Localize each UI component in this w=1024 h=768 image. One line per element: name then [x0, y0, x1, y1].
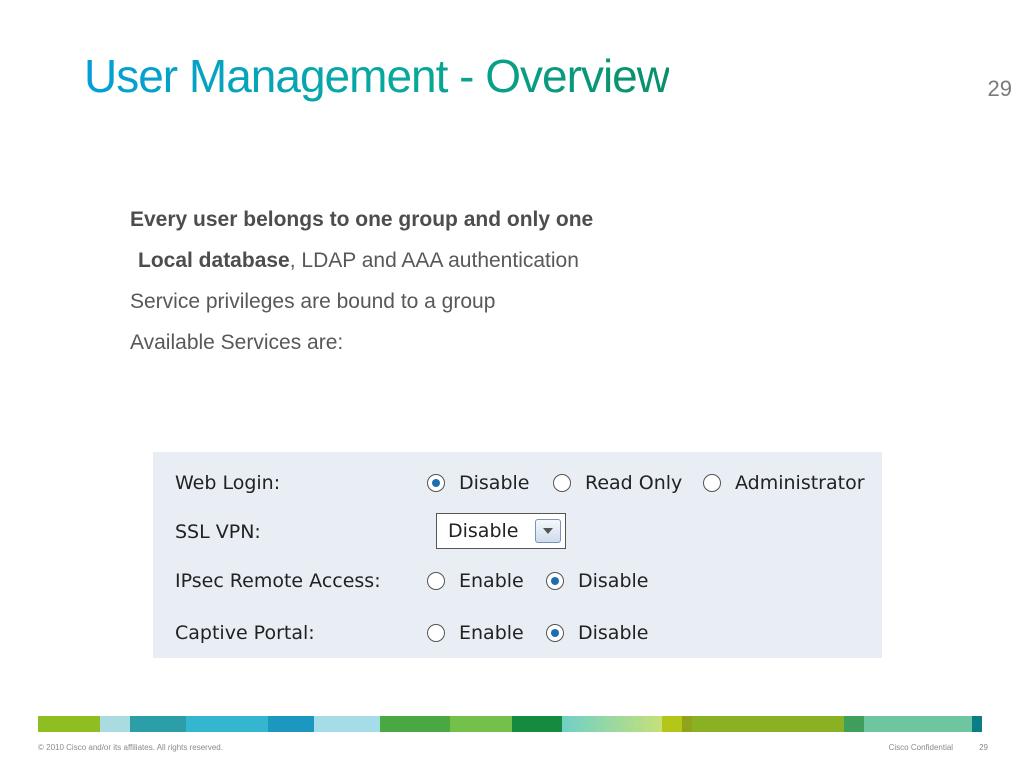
captive-portal-row: Captive Portal: Enable Disable — [153, 616, 882, 650]
web-login-option-administrator[interactable]: Administrator — [703, 472, 865, 494]
captive-option-enable[interactable]: Enable — [427, 622, 524, 644]
footer-copyright: © 2010 Cisco and/or its affiliates. All … — [38, 743, 223, 752]
services-panel: Web Login: Disable Read Only Administrat… — [153, 452, 882, 658]
ipsec-option-enable[interactable]: Enable — [427, 570, 524, 592]
bullet-list: Every user belongs to one group and only… — [130, 204, 593, 368]
radio-checked-icon[interactable] — [427, 474, 445, 492]
ipsec-label: IPsec Remote Access: — [175, 570, 381, 592]
footer-right: Cisco Confidential 29 — [889, 743, 988, 752]
bullet-2-rest: , LDAP and AAA authentication — [289, 249, 579, 272]
web-login-option-read-only[interactable]: Read Only — [553, 472, 682, 494]
option-label: Disable — [578, 622, 649, 644]
footer-confidential: Cisco Confidential — [888, 743, 954, 752]
web-login-option-disable[interactable]: Disable — [427, 472, 529, 494]
ssl-vpn-selected-value: Disable — [448, 520, 519, 542]
footer-page-number: 29 — [979, 743, 988, 752]
option-label: Read Only — [585, 472, 683, 494]
ssl-vpn-label: SSL VPN: — [175, 521, 261, 543]
option-label: Disable — [459, 472, 530, 494]
bullet-2: Local database, LDAP and AAA authenticat… — [130, 245, 593, 286]
ssl-vpn-select[interactable]: Disable — [436, 513, 566, 549]
option-label: Administrator — [735, 472, 865, 494]
radio-unchecked-icon[interactable] — [703, 474, 721, 492]
bullet-1-text: Every user belongs to one group and only… — [130, 208, 594, 231]
page-number: 29 — [987, 76, 1012, 101]
bullet-3: Service privileges are bound to a group — [130, 290, 496, 313]
bullet-2-bold: Local database — [138, 249, 290, 272]
captive-option-disable[interactable]: Disable — [546, 622, 648, 644]
radio-checked-icon[interactable] — [546, 572, 564, 590]
slide-title: User Management - Overview — [84, 50, 670, 102]
radio-unchecked-icon[interactable] — [427, 624, 445, 642]
ipsec-row: IPsec Remote Access: Enable Disable — [153, 564, 882, 598]
ipsec-option-disable[interactable]: Disable — [546, 570, 648, 592]
option-label: Enable — [459, 622, 524, 644]
chevron-down-icon[interactable] — [535, 519, 561, 543]
radio-unchecked-icon[interactable] — [553, 474, 571, 492]
radio-checked-icon[interactable] — [546, 624, 564, 642]
ssl-vpn-row: SSL VPN: Disable — [153, 513, 882, 549]
option-label: Disable — [578, 570, 649, 592]
web-login-row: Web Login: Disable Read Only Administrat… — [153, 466, 882, 500]
bullet-1: Every user belongs to one group and only… — [130, 204, 593, 245]
web-login-label: Web Login: — [175, 472, 281, 494]
radio-unchecked-icon[interactable] — [427, 572, 445, 590]
option-label: Enable — [459, 570, 524, 592]
bullet-4: Available Services are: — [130, 331, 344, 354]
captive-portal-label: Captive Portal: — [175, 622, 315, 644]
footer-color-bar — [38, 716, 988, 732]
